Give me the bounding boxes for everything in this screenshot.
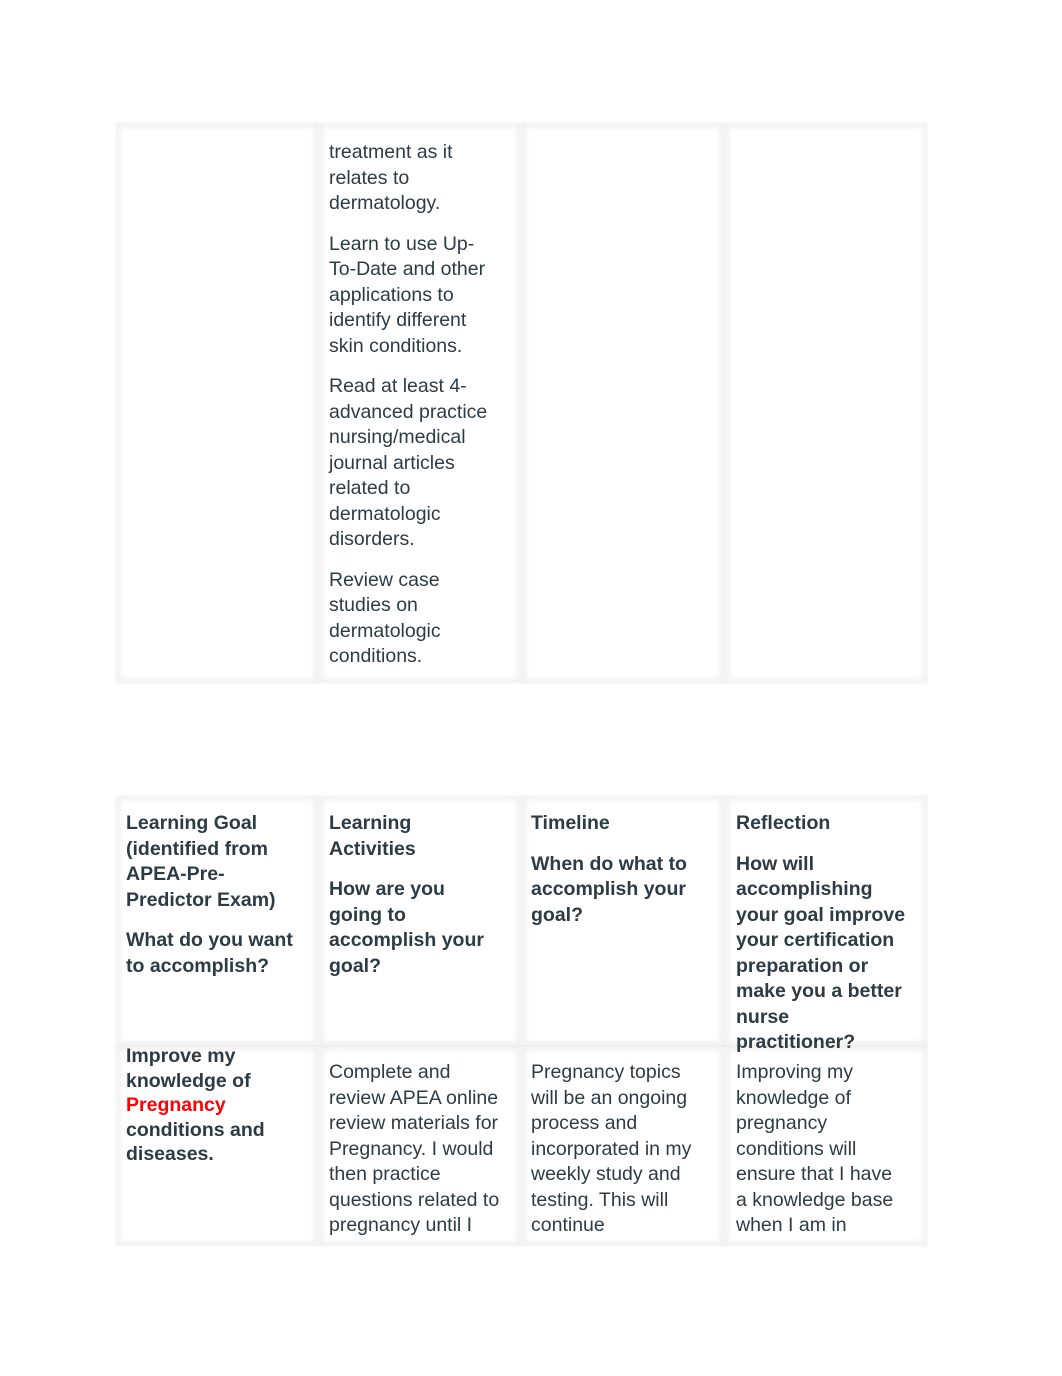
text-line: testing. This will	[531, 1188, 669, 1211]
text-line: accomplish your	[329, 929, 484, 951]
text-line: Learning Goal	[126, 812, 258, 834]
text-line: questions related to	[329, 1188, 500, 1211]
text-line: dermatologic	[329, 619, 441, 642]
header-reflection: Reflection How will accomplishing your goal…	[736, 811, 905, 1071]
text-line: Read at least 4-	[329, 375, 467, 397]
text-line: weekly study and	[531, 1163, 681, 1185]
text-line: Pregnancy topics	[531, 1061, 681, 1083]
text-line: pregnancy until I	[329, 1214, 473, 1236]
text-line: Improving my	[736, 1061, 854, 1083]
text-line: then practice	[329, 1163, 441, 1185]
text-line: Review case	[329, 568, 440, 591]
text-line: When do what to	[531, 852, 687, 875]
text-line: related to	[329, 477, 411, 499]
text-line: pregnancy	[736, 1112, 828, 1134]
text-line: dermatology.	[329, 192, 441, 214]
text-line: What do you want	[126, 929, 293, 951]
paragraph: Learning Goal (identified from APEA-Pre- Pr…	[126, 811, 293, 913]
text-line: preparation or	[736, 954, 869, 977]
paragraph: Read at least 4- advanced practice nursing…	[329, 374, 487, 553]
timeline-text: Pregnancy topics will be an ongoing proces…	[531, 1060, 691, 1239]
text-line: advanced practice	[329, 400, 488, 423]
text-line: a knowledge base	[736, 1188, 894, 1211]
paragraph: How are you going to accomplish your goal?	[329, 877, 484, 979]
paragraph: Review case studies on dermatologic conditi…	[329, 568, 487, 670]
text-line: conditions will	[736, 1137, 857, 1160]
text-line: identify different	[329, 309, 467, 331]
paragraph: Timeline	[531, 811, 687, 837]
text-line: conditions.	[329, 645, 423, 667]
text-line: diseases.	[126, 1143, 214, 1165]
table1-cell-goal	[115, 122, 319, 684]
text-line: accomplishing	[736, 878, 873, 900]
text-line: your certification	[736, 929, 895, 951]
text-line: process and	[531, 1112, 638, 1134]
text-line: relates to	[329, 166, 410, 189]
text-line: (identified from	[126, 837, 268, 860]
table1-cell-reflection	[724, 122, 928, 684]
text-line: Predictor Exam)	[126, 888, 276, 911]
text-line: review materials for	[329, 1112, 499, 1134]
learning-activities-text: Complete and review APEA online review mat…	[329, 1060, 499, 1239]
text-line: knowledge of	[736, 1086, 851, 1109]
table1-activities-text: treatment as it relates to dermatology. Lea…	[329, 140, 487, 685]
text-line: Complete and	[329, 1061, 451, 1083]
text-line: conditions and	[126, 1118, 265, 1141]
text-line: Improve my	[126, 1045, 236, 1067]
header-learning-activities: Learning Activities How are you going to acc…	[329, 811, 484, 994]
text-line: your goal improve	[736, 903, 906, 926]
text-line: practitioner?	[736, 1031, 856, 1053]
text-line: How will	[736, 852, 814, 875]
text-line: Timeline	[531, 812, 610, 834]
text-line: Reflection	[736, 812, 831, 834]
text-line: skin conditions.	[329, 334, 463, 357]
highlighted-topic: Pregnancy	[126, 1094, 226, 1116]
table1-cell-timeline	[521, 122, 725, 684]
text-line: To-Date and other	[329, 258, 486, 280]
paragraph: Learn to use Up- To-Date and other applica…	[329, 232, 487, 360]
text-line: applications to	[329, 283, 454, 306]
text-line: nursing/medical	[329, 426, 466, 448]
text-line: Learn to use Up-	[329, 232, 475, 255]
text-line: Pregnancy. I would	[329, 1137, 494, 1160]
paragraph: When do what to accomplish your goal?	[531, 852, 687, 929]
text-line: will be an ongoing	[531, 1086, 688, 1109]
text-line: ensure that I have	[736, 1163, 893, 1185]
paragraph: What do you want to accomplish?	[126, 928, 293, 979]
paragraph: Learning Activities	[329, 811, 484, 862]
text-line: Activities	[329, 837, 416, 860]
text-line: goal?	[329, 954, 381, 977]
text-line: accomplish your	[531, 878, 686, 900]
text-line: goal?	[531, 903, 583, 926]
text-line: treatment as it	[329, 141, 453, 163]
header-learning-goal: Learning Goal (identified from APEA-Pre- Pr…	[126, 811, 293, 994]
text-line: dermatologic	[329, 502, 441, 525]
paragraph: How will accomplishing your goal improve yo…	[736, 852, 905, 1056]
text-line: nurse	[736, 1005, 790, 1028]
header-timeline: Timeline When do what to accomplish your go…	[531, 811, 687, 943]
text-line: How are you	[329, 878, 445, 900]
text-line: to accomplish?	[126, 954, 270, 977]
text-line: continue	[531, 1214, 605, 1236]
text-line: knowledge of	[126, 1069, 251, 1092]
text-line: going to	[329, 903, 406, 926]
text-line: incorporated in my	[531, 1137, 692, 1160]
text-line: Learning	[329, 812, 412, 834]
learning-plan-table-continued	[115, 122, 928, 684]
text-line: APEA-Pre-	[126, 863, 225, 885]
learning-goal-text: Improve my knowledge of Pregnancy condition…	[126, 1044, 265, 1167]
paragraph: Reflection	[736, 811, 905, 837]
text-line: journal articles	[329, 451, 455, 474]
reflection-text: Improving my knowledge of pregnancy conditi…	[736, 1060, 893, 1239]
text-line: make you a better	[736, 980, 902, 1002]
text-line: when I am in	[736, 1214, 847, 1236]
paragraph: treatment as it relates to dermatology.	[329, 140, 487, 217]
text-line: review APEA online	[329, 1086, 499, 1109]
text-line: disorders.	[329, 528, 415, 550]
text-line: studies on	[329, 594, 418, 616]
